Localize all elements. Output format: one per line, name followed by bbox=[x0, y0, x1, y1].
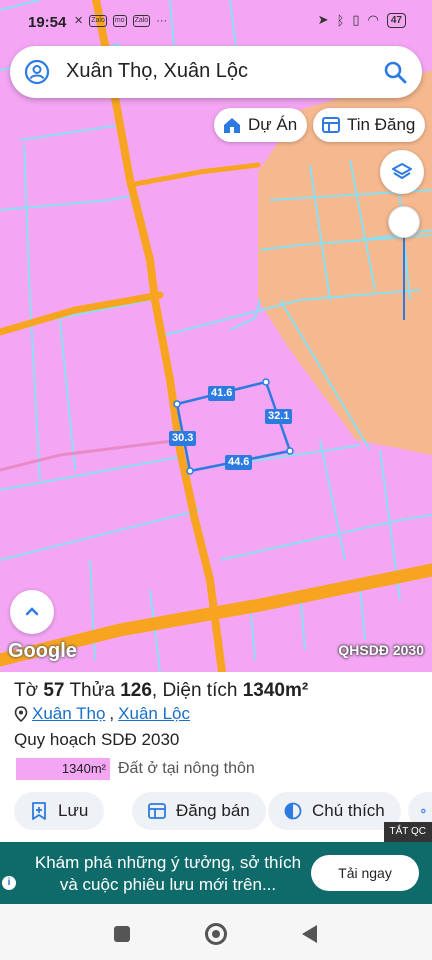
location-pin-icon bbox=[14, 706, 28, 722]
sheet-number: 57 bbox=[43, 680, 65, 701]
layers-icon bbox=[392, 163, 412, 179]
zalo-icon: Zalo bbox=[132, 14, 151, 27]
location-line: Xuân Thọ, Xuân Lộc bbox=[14, 704, 190, 724]
save-label: Lưu bbox=[58, 801, 89, 820]
vibrate-icon: ▯ bbox=[352, 12, 360, 27]
zalo-icon: Zalo bbox=[89, 14, 107, 27]
system-nav-bar bbox=[0, 904, 432, 960]
ad-text: Khám phá những ý tưởng, sở thích và cuộc… bbox=[34, 853, 302, 894]
legend-swatch: 1340m² bbox=[16, 758, 110, 780]
save-button[interactable]: Lưu bbox=[14, 792, 105, 830]
area-label: Diện tích bbox=[162, 680, 238, 701]
legend-row: 1340m² Đất ở tại nông thôn bbox=[16, 758, 255, 780]
opacity-slider-track[interactable] bbox=[403, 236, 405, 320]
du-an-label: Dự Án bbox=[248, 115, 298, 134]
sheet-label: Tờ bbox=[14, 680, 39, 701]
listing-icon bbox=[148, 803, 166, 819]
momo-icon: mo bbox=[112, 14, 127, 27]
back-icon[interactable] bbox=[302, 925, 317, 943]
search-icon[interactable] bbox=[382, 59, 408, 85]
expand-up-button[interactable] bbox=[10, 590, 54, 634]
ward-link[interactable]: Xuân Thọ bbox=[32, 704, 105, 724]
more-icon: ··· bbox=[156, 14, 168, 27]
list-icon bbox=[322, 117, 340, 133]
tin-dang-chip[interactable]: Tin Đăng bbox=[313, 108, 426, 142]
status-bar: 19:54 ✕ Zalo mo Zalo ··· ➤ ᛒ ▯ ◠ 47 bbox=[0, 0, 432, 44]
map-canvas[interactable] bbox=[0, 0, 432, 672]
post-sale-label: Đăng bán bbox=[176, 801, 250, 820]
location-icon: ➤ bbox=[317, 12, 329, 27]
edge-length-top: 41.6 bbox=[208, 386, 236, 401]
wifi-icon: ◠ bbox=[367, 12, 379, 27]
bluetooth-icon: ᛒ bbox=[336, 12, 345, 28]
search-input[interactable]: Xuân Thọ, Xuân Lộc bbox=[66, 60, 248, 83]
notes-button[interactable]: Chú thích bbox=[268, 792, 401, 830]
plot-number: 126 bbox=[120, 680, 152, 701]
edge-length-right: 32.1 bbox=[265, 409, 293, 424]
system-icons: ➤ ᛒ ▯ ◠ 47 bbox=[318, 12, 406, 28]
search-bar[interactable]: Xuân Thọ, Xuân Lộc bbox=[10, 46, 422, 98]
parcel-title: Tờ 57 Thửa 126, Diện tích 1340m² bbox=[14, 680, 308, 702]
plan-title: Quy hoạch SDĐ 2030 bbox=[14, 730, 180, 749]
status-time: 19:54 bbox=[28, 14, 67, 31]
location-comma: , bbox=[109, 704, 115, 723]
recents-icon[interactable] bbox=[114, 926, 130, 942]
bookmark-add-icon bbox=[32, 802, 46, 820]
opacity-slider-handle[interactable] bbox=[388, 206, 420, 238]
district-link[interactable]: Xuân Lộc bbox=[118, 704, 190, 724]
du-an-chip[interactable]: Dự Án bbox=[214, 108, 308, 142]
notification-icons: ✕ Zalo mo Zalo ··· bbox=[74, 14, 167, 27]
area-value: 1340m² bbox=[242, 680, 309, 701]
share-icon bbox=[421, 808, 426, 814]
overlay-tag: QHSDĐ 2030 bbox=[338, 642, 424, 658]
parcel-info-panel: Tờ 57 Thửa 126, Diện tích 1340m² Xuân Th… bbox=[0, 672, 432, 842]
home-nav-icon[interactable] bbox=[205, 923, 227, 945]
mute-icon: ✕ bbox=[74, 15, 84, 27]
plot-label: Thửa bbox=[69, 680, 115, 701]
close-ad-button[interactable]: TẮT QC bbox=[383, 822, 432, 842]
edge-length-left: 30.3 bbox=[169, 431, 197, 446]
edge-length-bottom: 44.6 bbox=[225, 455, 253, 470]
tin-dang-label: Tin Đăng bbox=[347, 115, 416, 134]
notes-label: Chú thích bbox=[312, 801, 385, 820]
chevron-up-icon bbox=[25, 607, 39, 616]
account-icon[interactable] bbox=[24, 59, 50, 85]
contrast-icon bbox=[284, 802, 302, 820]
comma: , bbox=[151, 680, 158, 701]
google-logo: Google bbox=[8, 640, 77, 662]
post-sale-button[interactable]: Đăng bán bbox=[132, 792, 266, 830]
ad-download-button[interactable]: Tải ngay bbox=[311, 855, 419, 891]
ad-info-icon[interactable]: i bbox=[2, 876, 16, 890]
ad-banner[interactable]: i Khám phá những ý tưởng, sở thích và cu… bbox=[0, 842, 432, 904]
layers-button[interactable] bbox=[380, 150, 424, 194]
legend-text: Đất ở tại nông thôn bbox=[118, 760, 255, 777]
home-icon bbox=[224, 118, 240, 133]
battery-icon: 47 bbox=[386, 12, 406, 28]
map-view[interactable]: 41.6 32.1 30.3 44.6 19:54 ✕ Zalo mo Zalo… bbox=[0, 0, 432, 672]
